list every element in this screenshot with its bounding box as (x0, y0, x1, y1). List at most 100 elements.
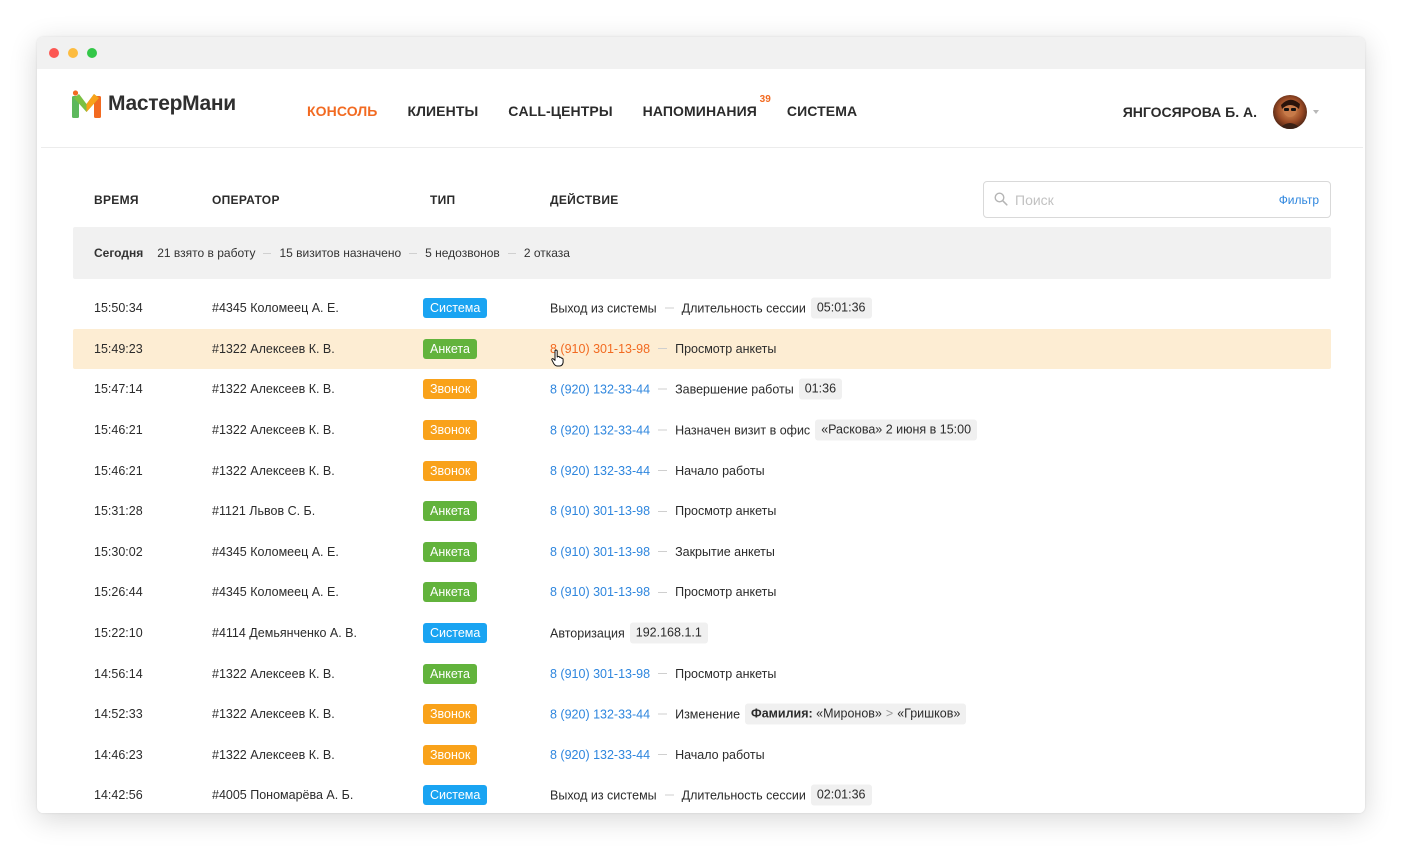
row-action: 8 (910) 301-13-98 Просмотр анкеты (550, 667, 776, 681)
row-time: 15:47:14 (94, 382, 143, 397)
row-operator[interactable]: #4345 Коломеец А. Е. (212, 585, 339, 599)
action-text: Начало работы (675, 463, 765, 478)
user-menu[interactable]: ЯНГОСЯРОВА Б. А. (1123, 95, 1319, 129)
row-action: Выход из системы Длительность сессии 02:01… (550, 784, 872, 806)
phone-link[interactable]: 8 (910) 301-13-98 (550, 585, 650, 599)
dash-separator (658, 551, 668, 553)
nav-item-call-centers[interactable]: CALL-ЦЕНТРЫ (508, 103, 612, 119)
chevron-down-icon[interactable] (1313, 110, 1319, 114)
action-text: Начало работы (675, 747, 765, 762)
table-row[interactable]: 14:56:14 #1322 Алексеев К. В. Анкета 8 (910… (73, 653, 1331, 694)
nav-item-system[interactable]: СИСТЕМА (787, 103, 857, 119)
nav-item-console[interactable]: КОНСОЛЬ (307, 103, 377, 119)
row-operator[interactable]: #4345 Коломеец А. Е. (212, 301, 339, 315)
search-input[interactable] (1015, 191, 1255, 209)
row-time: 15:31:28 (94, 504, 143, 519)
search-box: Фильтр (983, 181, 1331, 218)
row-type: Система (423, 785, 488, 806)
column-header-type[interactable]: ТИП (430, 193, 455, 207)
table-row[interactable]: 15:50:34 #4345 Коломеец А. Е. Система Выход… (73, 288, 1331, 329)
table-row[interactable]: 15:31:28 #1121 Львов С. Б. Анкета 8 (910) 3… (73, 491, 1331, 532)
column-header-time[interactable]: ВРЕМЯ (94, 193, 139, 207)
summary-stat: 5 недозвонов (425, 246, 500, 260)
type-badge: Анкета (423, 501, 477, 522)
row-operator[interactable]: #1322 Алексеев К. В. (212, 748, 335, 762)
phone-link[interactable]: 8 (910) 301-13-98 (550, 545, 650, 559)
row-type: Звонок (423, 704, 478, 725)
filter-link[interactable]: Фильтр (1279, 193, 1319, 207)
phone-link[interactable]: 8 (910) 301-13-98 (550, 504, 650, 518)
table-row[interactable]: 15:26:44 #4345 Коломеец А. Е. Анкета 8 (910… (73, 572, 1331, 613)
row-operator[interactable]: #1322 Алексеев К. В. (212, 464, 335, 478)
summary-separator (409, 252, 418, 254)
old-value: «Миронов» (816, 706, 882, 721)
dash-separator (658, 673, 668, 675)
phone-link[interactable]: 8 (910) 301-13-98 (550, 342, 650, 356)
table-row[interactable]: 14:42:56 #4005 Пономарёва А. Б. Система Вых… (73, 775, 1331, 813)
summary-stat: 2 отказа (523, 246, 570, 260)
row-type: Система (423, 623, 488, 644)
window-titlebar (37, 37, 1365, 69)
row-operator[interactable]: #1322 Алексеев К. В. (212, 423, 335, 437)
phone-link[interactable]: 8 (920) 132-33-44 (550, 748, 650, 762)
column-header-action[interactable]: ДЕЙСТВИЕ (550, 193, 619, 207)
logo[interactable]: МастерМани (71, 90, 236, 118)
type-badge: Система (423, 298, 488, 319)
logo-mark-icon (72, 90, 101, 118)
nav-item-reminders[interactable]: НАПОМИНАНИЯ 39 (643, 94, 771, 119)
row-type: Звонок (423, 420, 478, 441)
nav-item-clients[interactable]: КЛИЕНТЫ (407, 103, 478, 119)
phone-link[interactable]: 8 (920) 132-33-44 (550, 707, 650, 721)
row-type: Звонок (423, 460, 478, 481)
row-action: 8 (920) 132-33-44 Начало работы (550, 748, 765, 762)
row-operator[interactable]: #1322 Алексеев К. В. (212, 667, 335, 681)
row-operator[interactable]: #4114 Демьянченко А. В. (212, 626, 357, 640)
row-time: 14:56:14 (94, 666, 143, 681)
table-row[interactable]: 14:52:33 #1322 Алексеев К. В. Звонок 8 (920… (73, 694, 1331, 735)
phone-link[interactable]: 8 (910) 301-13-98 (550, 667, 650, 681)
row-operator[interactable]: #1322 Алексеев К. В. (212, 342, 335, 356)
dash-separator (658, 388, 668, 390)
app-root: МастерМани КОНСОЛЬ КЛИЕНТЫ CALL-ЦЕНТРЫ НАПО… (41, 69, 1363, 813)
table-row[interactable]: 14:46:23 #1322 Алексеев К. В. Звонок 8 (920… (73, 735, 1331, 776)
table-row[interactable]: 15:30:02 #4345 Коломеец А. Е. Анкета 8 (910… (73, 532, 1331, 573)
detail-chip: 05:01:36 (810, 297, 872, 319)
column-header-operator[interactable]: ОПЕРАТОР (212, 193, 280, 207)
row-operator[interactable]: #4345 Коломеец А. Е. (212, 545, 339, 559)
table-row[interactable]: 15:22:10 #4114 Демьянченко А. В. Система Ав… (73, 613, 1331, 654)
row-operator[interactable]: #1322 Алексеев К. В. (212, 707, 335, 721)
today-summary: Сегодня 21 взято в работу 15 визитов назн… (73, 227, 1331, 279)
phone-link[interactable]: 8 (920) 132-33-44 (550, 423, 650, 437)
table-row[interactable]: 15:46:21 #1322 Алексеев К. В. Звонок 8 (920… (73, 450, 1331, 491)
avatar[interactable] (1273, 95, 1307, 129)
row-operator[interactable]: #1121 Львов С. Б. (212, 504, 315, 518)
detail-chip: «Раскова» 2 июня в 15:00 (815, 419, 978, 441)
row-action: 8 (910) 301-13-98 Просмотр анкеты (550, 504, 776, 518)
type-badge: Система (423, 623, 488, 644)
type-badge: Звонок (423, 460, 478, 481)
row-time: 15:26:44 (94, 585, 143, 600)
row-operator[interactable]: #4005 Пономарёва А. Б. (212, 788, 353, 802)
action-text: Закрытие анкеты (675, 544, 775, 559)
changed-field-label: Фамилия: (751, 706, 813, 721)
row-type: Звонок (423, 744, 478, 765)
action-text: Завершение работы (675, 382, 794, 397)
row-type: Анкета (423, 582, 477, 603)
minimize-window-button[interactable] (68, 48, 78, 58)
row-operator[interactable]: #1322 Алексеев К. В. (212, 382, 335, 396)
type-badge: Звонок (423, 744, 478, 765)
table-row[interactable]: 15:46:21 #1322 Алексеев К. В. Звонок 8 (920… (73, 410, 1331, 451)
table-row[interactable]: 15:47:14 #1322 Алексеев К. В. Звонок 8 (920… (73, 369, 1331, 410)
table-row[interactable]: 15:49:23 #1322 Алексеев К. В. Анкета 8 (910… (73, 328, 1331, 370)
phone-link[interactable]: 8 (920) 132-33-44 (550, 464, 650, 478)
close-window-button[interactable] (49, 48, 59, 58)
phone-link[interactable]: 8 (920) 132-33-44 (550, 382, 650, 396)
row-type: Анкета (423, 541, 477, 562)
activity-log: 15:50:34 #4345 Коломеец А. Е. Система Выход… (73, 288, 1331, 813)
dash-separator (658, 470, 668, 472)
maximize-window-button[interactable] (87, 48, 97, 58)
type-badge: Анкета (423, 582, 477, 603)
type-badge: Анкета (423, 541, 477, 562)
type-badge: Анкета (423, 663, 477, 684)
change-chip: Фамилия: «Миронов» > «Гришков» (745, 703, 967, 725)
